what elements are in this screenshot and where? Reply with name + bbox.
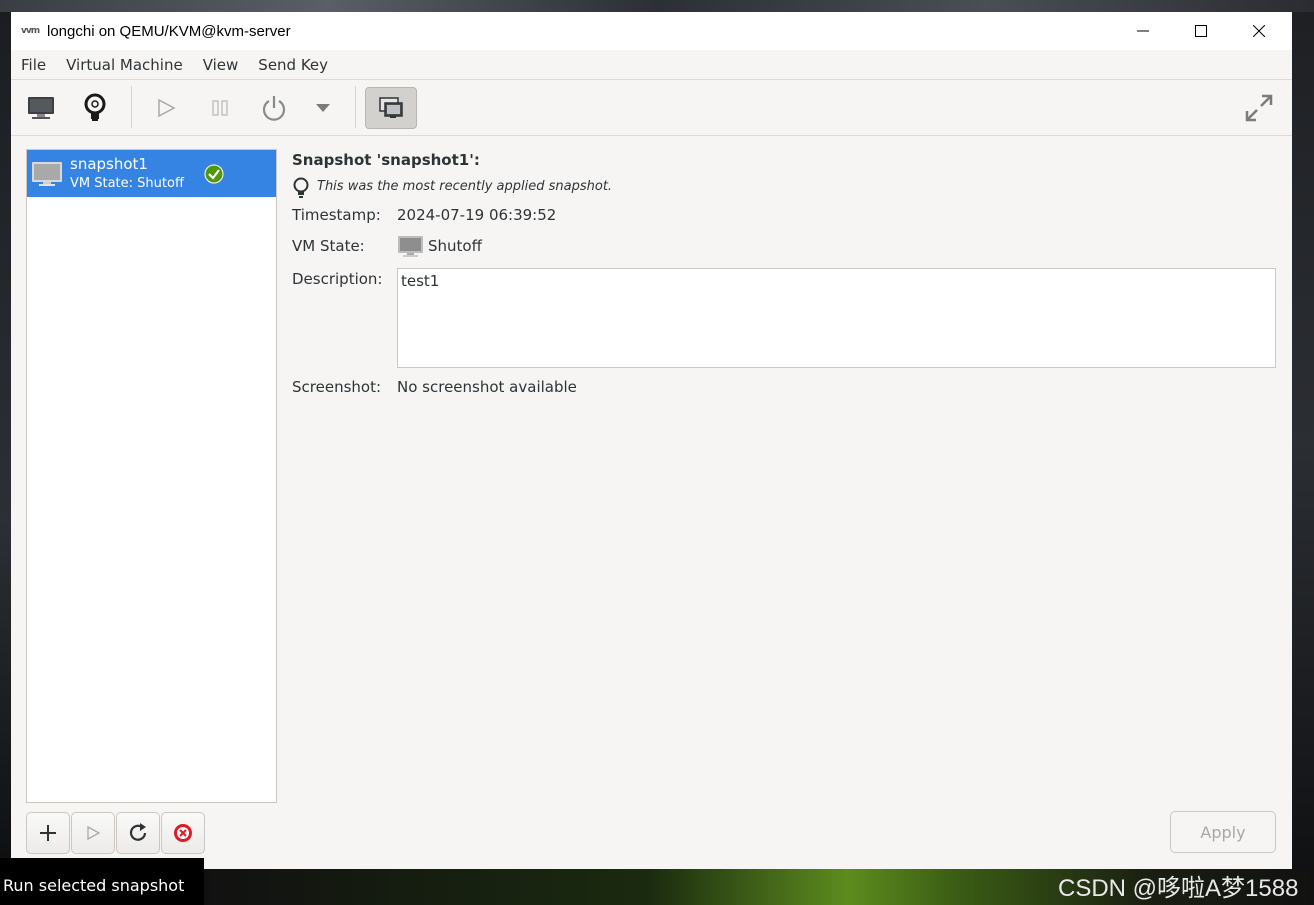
desktop-background-top	[0, 0, 1314, 12]
console-button[interactable]	[21, 88, 61, 128]
snapshots-icon	[379, 97, 403, 118]
power-icon	[262, 96, 286, 121]
fullscreen-icon	[1245, 94, 1273, 122]
vm-state-label: VM State:	[292, 237, 365, 255]
snapshot-name: snapshot1	[70, 155, 148, 173]
csdn-watermark: CSDN @哆啦A梦1588	[1058, 875, 1299, 902]
monitor-icon	[28, 97, 54, 119]
chevron-down-icon	[316, 104, 330, 112]
add-snapshot-button[interactable]	[26, 812, 70, 854]
snapshot-list-item[interactable]: snapshot1 VM State: Shutoff	[27, 150, 276, 197]
run-snapshot-button[interactable]	[71, 812, 115, 854]
recent-snapshot-hint: This was the most recently applied snaps…	[317, 179, 613, 194]
minimize-button[interactable]	[1114, 12, 1172, 50]
pause-button[interactable]	[200, 88, 240, 128]
title-bar[interactable]: vvm longchi on QEMU/KVM@kvm-server	[11, 12, 1292, 50]
apply-button[interactable]: Apply	[1170, 811, 1276, 853]
desktop-background-right	[1292, 12, 1314, 870]
vm-state-value: Shutoff	[428, 237, 482, 255]
menu-virtual-machine[interactable]: Virtual Machine	[66, 56, 193, 74]
pause-icon	[212, 100, 228, 116]
run-button[interactable]	[146, 88, 186, 128]
timestamp-value: 2024-07-19 06:39:52	[397, 206, 557, 224]
shutdown-button[interactable]	[254, 88, 294, 128]
snapshot-title: Snapshot 'snapshot1':	[292, 151, 480, 169]
toolbar-separator	[355, 86, 356, 128]
lightbulb-icon	[293, 177, 309, 198]
close-icon	[1253, 25, 1265, 37]
description-field[interactable]: test1	[397, 268, 1276, 368]
virt-manager-app-icon: vvm	[21, 26, 40, 36]
maximize-button[interactable]	[1172, 12, 1230, 50]
desktop-background-left	[0, 12, 11, 858]
play-icon	[87, 825, 101, 841]
delete-icon	[174, 824, 192, 842]
refresh-icon	[129, 823, 147, 841]
refresh-snapshots-button[interactable]	[116, 812, 160, 854]
snapshot-state: VM State: Shutoff	[70, 176, 184, 191]
snapshot-list[interactable]: snapshot1 VM State: Shutoff	[26, 149, 277, 803]
menu-bar: File Virtual Machine View Send Key	[11, 50, 1292, 80]
shutdown-menu-button[interactable]	[303, 88, 343, 128]
details-button[interactable]	[75, 88, 115, 128]
vm-screen-icon	[32, 162, 62, 186]
description-label: Description:	[292, 270, 383, 288]
menu-send-key[interactable]: Send Key	[258, 56, 338, 74]
snapshots-button[interactable]	[365, 87, 417, 129]
lightbulb-icon	[84, 93, 106, 121]
plus-icon	[40, 825, 56, 841]
toolbar-separator	[131, 86, 132, 128]
fullscreen-button[interactable]	[1239, 88, 1279, 128]
menu-file[interactable]: File	[21, 56, 56, 74]
play-icon	[158, 98, 176, 118]
vm-shutoff-icon	[398, 236, 423, 257]
screenshot-label: Screenshot:	[292, 378, 382, 396]
timestamp-label: Timestamp:	[292, 206, 381, 224]
run-snapshot-tooltip: Run selected snapshot	[0, 858, 204, 905]
window-title: longchi on QEMU/KVM@kvm-server	[47, 22, 291, 40]
current-snapshot-check-icon	[204, 164, 224, 184]
close-button[interactable]	[1230, 12, 1288, 50]
delete-snapshot-button[interactable]	[161, 812, 205, 854]
screenshot-value: No screenshot available	[397, 378, 577, 396]
vm-window: vvm longchi on QEMU/KVM@kvm-server File …	[11, 12, 1292, 869]
maximize-icon	[1195, 25, 1207, 37]
toolbar	[11, 80, 1292, 136]
menu-view[interactable]: View	[203, 56, 249, 74]
minimize-icon	[1137, 30, 1149, 32]
